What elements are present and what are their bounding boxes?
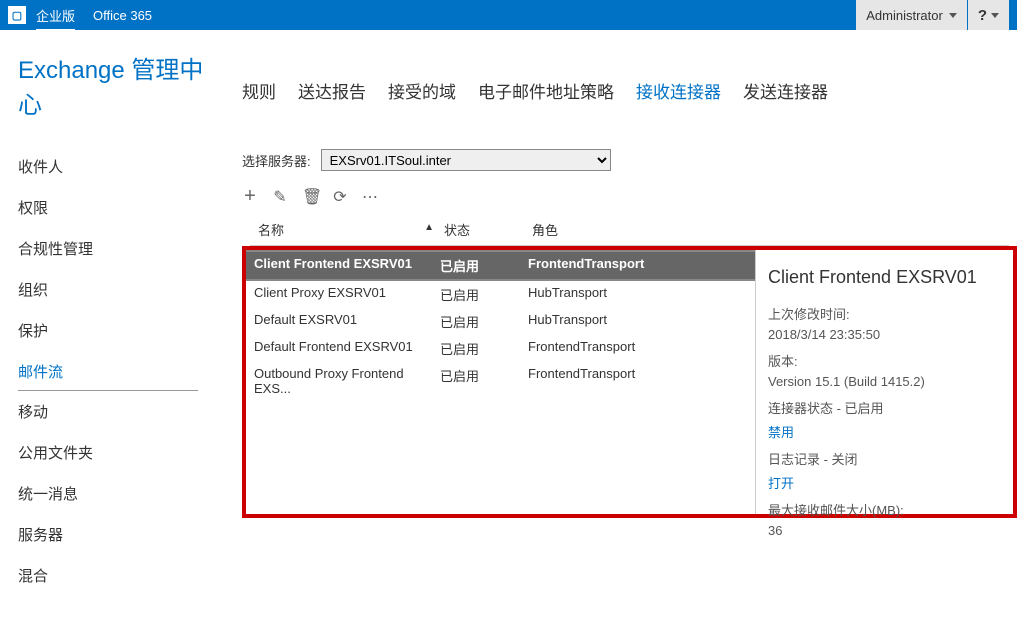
sidebar-item-8[interactable]: 统一消息 [18,473,218,514]
table-row[interactable]: Default EXSRV01已启用HubTransport [246,308,755,335]
grid-toolbar: + ✎ 🗑 ⟳ ⋯ [242,185,1017,208]
help-menu[interactable]: ? [968,0,1009,30]
cell-role: HubTransport [528,285,747,304]
open-link[interactable]: 打开 [768,474,1001,494]
cell-role: HubTransport [528,312,747,331]
cell-status: 已启用 [440,285,528,304]
cell-status: 已启用 [440,366,528,396]
main-content: 规则送达报告接受的域电子邮件地址策略接收连接器发送连接器 选择服务器: EXSr… [218,30,1017,596]
last-modified-label: 上次修改时间: [768,305,1001,325]
edit-button[interactable]: ✎ [272,187,288,207]
sidebar-item-7[interactable]: 公用文件夹 [18,432,218,473]
sidebar-item-1[interactable]: 权限 [18,187,218,228]
cell-name: Client Proxy EXSRV01 [254,285,440,304]
column-header-role[interactable]: 角色 [532,220,1001,239]
server-select[interactable]: EXSrv01.ITSoul.inter [321,149,611,171]
more-button[interactable]: ⋯ [362,187,378,207]
column-header-name[interactable]: 名称 ▲ [258,220,444,239]
table-row[interactable]: Client Proxy EXSRV01已启用HubTransport [246,281,755,308]
cell-status: 已启用 [440,312,528,331]
version-label: 版本: [768,352,1001,372]
tab-0[interactable]: 规则 [242,78,276,103]
sidebar-item-9[interactable]: 服务器 [18,514,218,555]
cell-status: 已启用 [440,339,528,358]
sidebar-item-4[interactable]: 保护 [18,310,218,351]
max-size-label: 最大接收邮件大小(MB): [768,501,1001,521]
table-row[interactable]: Outbound Proxy Frontend EXS...已启用Fronten… [246,362,755,400]
refresh-button[interactable]: ⟳ [332,187,348,207]
tab-3[interactable]: 电子邮件地址策略 [478,78,614,103]
topbar-enterprise[interactable]: 企业版 [36,6,75,32]
tab-4[interactable]: 接收连接器 [636,78,721,103]
details-title: Client Frontend EXSRV01 [768,264,1001,291]
tab-5[interactable]: 发送连接器 [743,78,828,103]
tab-2[interactable]: 接受的域 [388,78,456,103]
sidebar-item-2[interactable]: 合规性管理 [18,228,218,269]
sidebar-item-0[interactable]: 收件人 [18,146,218,187]
topbar-product[interactable]: Office 365 [93,8,152,23]
cell-name: Outbound Proxy Frontend EXS... [254,366,440,396]
table-row[interactable]: Client Frontend EXSRV01已启用FrontendTransp… [246,250,755,281]
connector-status: 连接器状态 - 已启用 [768,399,1001,419]
highlighted-region: Client Frontend EXSRV01已启用FrontendTransp… [242,246,1017,518]
cell-name: Default EXSRV01 [254,312,440,331]
sort-asc-icon: ▲ [424,222,434,233]
admin-label: Administrator [866,8,943,23]
cell-name: Client Frontend EXSRV01 [254,256,440,275]
delete-button[interactable]: 🗑 [302,187,318,207]
left-sidebar: Exchange 管理中心 收件人权限合规性管理组织保护邮件流移动公用文件夹统一… [0,30,218,596]
version-value: Version 15.1 (Build 1415.2) [768,372,1001,392]
help-icon: ? [978,7,987,24]
details-pane: Client Frontend EXSRV01 上次修改时间: 2018/3/1… [755,250,1013,514]
chevron-down-icon [949,13,957,18]
server-selector-row: 选择服务器: EXSrv01.ITSoul.inter [242,149,1017,171]
connector-grid: Client Frontend EXSRV01已启用FrontendTransp… [246,250,755,514]
cell-name: Default Frontend EXSRV01 [254,339,440,358]
cell-role: FrontendTransport [528,366,747,396]
sidebar-item-10[interactable]: 混合 [18,555,218,596]
tab-strip: 规则送达报告接受的域电子邮件地址策略接收连接器发送连接器 [242,78,1017,103]
max-size-value: 36 [768,521,1001,541]
chevron-down-icon [991,13,999,18]
disable-link[interactable]: 禁用 [768,423,1001,443]
cell-role: FrontendTransport [528,256,747,275]
sidebar-item-3[interactable]: 组织 [18,269,218,310]
last-modified-value: 2018/3/14 23:35:50 [768,325,1001,345]
tab-1[interactable]: 送达报告 [298,78,366,103]
office-logo-icon: ▢ [8,6,26,24]
cell-status: 已启用 [440,256,528,275]
table-row[interactable]: Default Frontend EXSRV01已启用FrontendTrans… [246,335,755,362]
logging-status: 日志记录 - 关闭 [768,450,1001,470]
sidebar-item-5[interactable]: 邮件流 [18,351,198,391]
server-select-label: 选择服务器: [242,151,311,170]
add-button[interactable]: + [242,185,258,208]
admin-menu[interactable]: Administrator [856,0,967,30]
sidebar-item-6[interactable]: 移动 [18,391,218,432]
page-title: Exchange 管理中心 [18,50,218,120]
top-bar: ▢ 企业版 Office 365 Administrator ? [0,0,1017,30]
column-header-status[interactable]: 状态 [444,220,532,239]
cell-role: FrontendTransport [528,339,747,358]
